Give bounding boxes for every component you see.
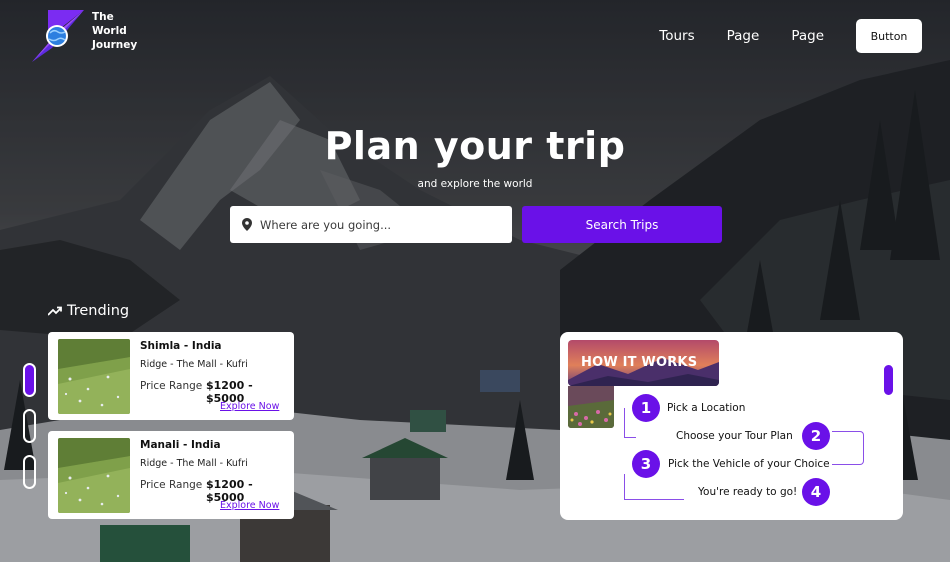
nav-link-page-1[interactable]: Page [727,28,760,44]
trending-card-places: Ridge - The Mall - Kufri [140,359,248,370]
step-number-3: 3 [632,450,660,478]
explore-now-link[interactable]: Explore Now [220,401,279,412]
trending-pager-dot-3[interactable] [23,455,36,489]
how-it-works-card: HOW IT WORKS 1 Pick a Location 2 Choose … [560,332,903,520]
compass-globe-icon [30,8,86,64]
map-pin-icon [242,218,252,231]
trending-pager-dot-1[interactable] [23,363,36,397]
trending-card-title: Shimla - India [140,340,222,352]
trending-card-title: Manali - India [140,439,221,451]
step-text-2: Choose your Tour Plan [676,430,793,442]
brand-name-line2: World [92,25,127,37]
hero-subtitle: and explore the world [417,178,533,190]
nav-link-tours[interactable]: Tours [659,28,694,44]
step-text-1: Pick a Location [667,402,746,414]
trending-heading: Trending [48,303,129,319]
header-button[interactable]: Button [856,19,922,53]
top-nav: Tours Page Page Button [659,19,922,53]
explore-now-link[interactable]: Explore Now [220,500,279,511]
trending-card-image [58,339,130,414]
hero-title: Plan your trip [324,124,626,168]
brand-name-line1: The [92,11,114,23]
step-number-4: 4 [802,478,830,506]
search-input[interactable] [260,217,500,232]
brand-name-line3: Journey [92,39,138,51]
trending-pager-dot-2[interactable] [23,409,36,443]
how-it-works-steps: 1 Pick a Location 2 Choose your Tour Pla… [614,386,904,526]
step-number-1: 1 [632,394,660,422]
brand-logo[interactable]: The World Journey [30,8,150,64]
trending-card-price-label: Price Range [140,380,203,392]
how-it-works-banner: HOW IT WORKS [568,340,719,386]
search-bar [230,206,512,243]
how-it-works-title: HOW IT WORKS [581,355,698,370]
step-text-4: You're ready to go! [698,486,798,498]
trending-card-places: Ridge - The Mall - Kufri [140,458,248,469]
trending-card-manali[interactable]: Manali - India Ridge - The Mall - Kufri … [48,431,294,519]
how-pager-dot-1[interactable] [882,363,895,397]
trending-card-image [58,438,130,513]
trending-label: Trending [67,303,130,319]
how-pager-dot-3[interactable] [882,455,895,489]
search-trips-button[interactable]: Search Trips [522,206,722,243]
trending-up-icon [48,306,62,316]
step-text-3: Pick the Vehicle of your Choice [668,458,830,470]
nav-link-page-2[interactable]: Page [791,28,824,44]
trending-card-price-label: Price Range [140,479,203,491]
how-it-works-photo [568,386,614,428]
how-pager-dot-2[interactable] [882,409,895,443]
step-number-2: 2 [802,422,830,450]
trending-card-shimla[interactable]: Shimla - India Ridge - The Mall - Kufri … [48,332,294,420]
